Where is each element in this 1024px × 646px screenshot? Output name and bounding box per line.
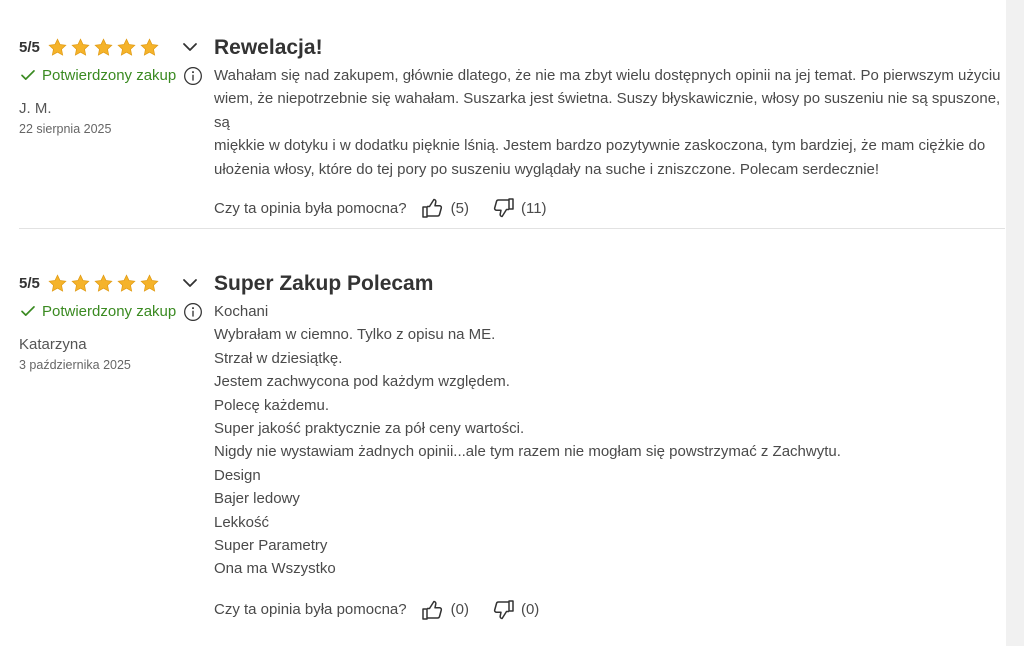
rating-score: 5/5	[19, 274, 40, 292]
review-date: 22 sierpnia 2025	[19, 122, 112, 136]
review-meta: 5/5 Potwierdzony zakup Katarzyna 3 paźdz…	[19, 272, 209, 372]
star-icon	[117, 273, 136, 292]
thumbs-up-icon	[421, 600, 442, 620]
helpful-row: Czy ta opinia była pomocna? (0) (0)	[214, 599, 1004, 621]
review-body: Wahałam się nad zakupem, głównie dlatego…	[214, 64, 1004, 181]
star-rating	[47, 37, 160, 58]
review-divider	[19, 228, 1005, 229]
chevron-down-icon[interactable]	[181, 274, 199, 292]
review-body-line: Strzał w dziesiątkę.	[214, 349, 343, 367]
downvote-count: (0)	[520, 601, 540, 619]
review-body-line: Design	[214, 466, 261, 484]
check-icon	[21, 306, 35, 316]
star-icon	[48, 273, 67, 292]
review-body-line: Ona ma Wszystko	[214, 560, 336, 578]
review-body-line: Lekkość	[214, 513, 270, 531]
verified-purchase: Potwierdzony zakup	[19, 66, 176, 84]
verified-purchase: Potwierdzony zakup	[19, 302, 176, 320]
review-body-line: Polecę każdemu.	[214, 396, 330, 414]
star-icon	[117, 37, 136, 56]
review-body-line: Nigdy nie wystawiam żadnych opinii...ale…	[214, 443, 841, 461]
review-body-line: Bajer ledowy	[214, 490, 300, 508]
thumbs-down-icon	[493, 600, 514, 620]
downvote-button[interactable]: (11)	[491, 197, 547, 219]
helpful-question: Czy ta opinia była pomocna?	[214, 601, 407, 619]
review-author: Katarzyna	[19, 336, 87, 353]
helpful-row: Czy ta opinia była pomocna? (5) (11)	[214, 197, 1004, 219]
check-icon	[21, 70, 35, 80]
review-title: Rewelacja!	[214, 36, 323, 59]
chevron-down-icon[interactable]	[181, 38, 199, 56]
upvote-count: (0)	[450, 601, 469, 619]
downvote-count: (11)	[520, 199, 547, 217]
star-rating	[47, 273, 160, 294]
review-body-line: Super jakość praktycznie za pół ceny war…	[214, 420, 525, 438]
downvote-button[interactable]: (0)	[491, 599, 539, 621]
review-content: Rewelacja! Wahałam się nad zakupem, głów…	[214, 36, 1004, 219]
review-body-line: Wybrałam w ciemno. Tylko z opisu na ME.	[214, 326, 496, 344]
upvote-button[interactable]: (5)	[421, 197, 469, 219]
thumbs-down-icon	[493, 198, 514, 218]
star-icon	[140, 273, 159, 292]
helpful-question: Czy ta opinia była pomocna?	[214, 199, 407, 217]
review-body-line: miękkie w dotyku i w dodatku pięknie lśn…	[214, 137, 986, 155]
review-date: 3 października 2025	[19, 358, 131, 372]
review-body-line: Jestem zachwycona pod każdym względem.	[214, 373, 510, 391]
review-meta: 5/5 Potwierdzony zakup J. M. 22 sierpnia…	[19, 36, 209, 136]
rating-score: 5/5	[19, 38, 40, 56]
upvote-button[interactable]: (0)	[421, 599, 469, 621]
star-icon	[94, 273, 113, 292]
review-author: J. M.	[19, 100, 52, 117]
star-icon	[94, 37, 113, 56]
info-icon[interactable]	[183, 66, 203, 86]
star-icon	[71, 37, 90, 56]
star-icon	[48, 37, 67, 56]
star-icon	[140, 37, 159, 56]
thumbs-up-icon	[421, 198, 442, 218]
verified-label: Potwierdzony zakup	[42, 66, 177, 84]
review-body: Kochani Wybrałam w ciemno. Tylko z opisu…	[214, 300, 1004, 581]
upvote-count: (5)	[450, 199, 469, 217]
review-body-line: wiem, że niepotrzebnie się wahałam. Susz…	[214, 90, 1001, 131]
verified-label: Potwierdzony zakup	[42, 302, 177, 320]
page-scrollbar[interactable]	[1006, 0, 1024, 646]
review-body-line: Super Parametry	[214, 537, 328, 555]
info-icon[interactable]	[183, 302, 203, 322]
review-title: Super Zakup Polecam	[214, 272, 434, 295]
review-body-line: Kochani	[214, 303, 269, 320]
review-body-line: Wahałam się nad zakupem, głównie dlatego…	[214, 67, 1001, 84]
star-icon	[71, 273, 90, 292]
review-content: Super Zakup Polecam Kochani Wybrałam w c…	[214, 272, 1004, 621]
review-body-line: ułożenia włosy, które do tej pory po sus…	[214, 160, 880, 178]
